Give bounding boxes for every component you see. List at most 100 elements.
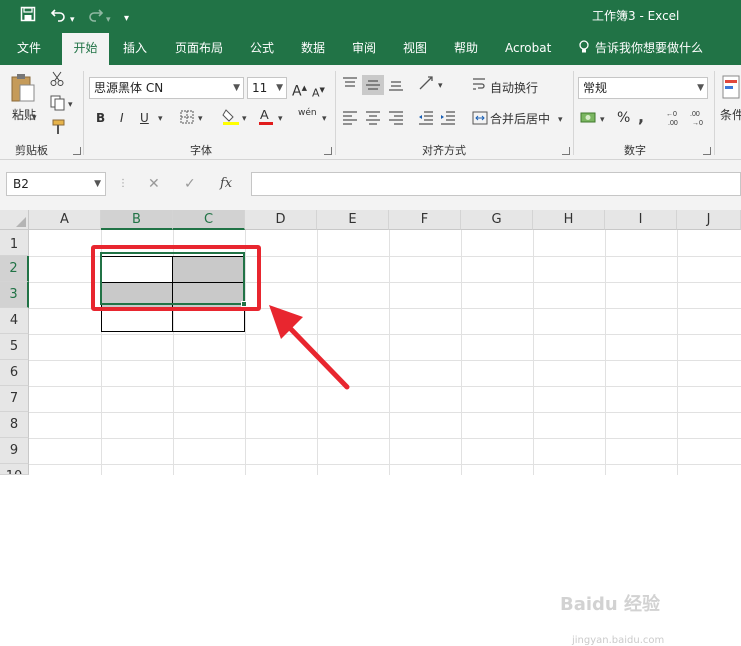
- column-header-e[interactable]: E: [317, 210, 389, 230]
- column-header-j[interactable]: J: [677, 210, 741, 230]
- phonetic-guide-button[interactable]: wén: [298, 105, 317, 121]
- row-header-5[interactable]: 5: [0, 334, 29, 360]
- decrease-decimal-icon[interactable]: .00 →0: [690, 108, 710, 131]
- enter-icon[interactable]: ✓: [184, 174, 196, 194]
- column-header-i[interactable]: I: [605, 210, 677, 230]
- orientation-icon[interactable]: [418, 75, 436, 96]
- align-top-icon[interactable]: [342, 77, 358, 96]
- column-header-b[interactable]: B: [101, 210, 173, 230]
- name-box[interactable]: B2 ▼: [6, 172, 106, 196]
- font-name-combo[interactable]: 思源黑体 CN ▼: [89, 77, 244, 99]
- align-center-icon[interactable]: [365, 111, 381, 130]
- underline-dropdown-icon[interactable]: ▾: [158, 111, 163, 127]
- undo-icon[interactable]: [50, 6, 68, 27]
- row-header-6[interactable]: 6: [0, 360, 29, 386]
- align-middle-icon[interactable]: [362, 75, 384, 95]
- row-header-8[interactable]: 8: [0, 412, 29, 438]
- merge-dropdown-icon[interactable]: ▾: [558, 112, 563, 128]
- tab-help[interactable]: 帮助: [454, 33, 478, 65]
- column-header-g[interactable]: G: [461, 210, 533, 230]
- svg-text:A: A: [260, 107, 269, 122]
- row-header-1[interactable]: 1: [0, 230, 29, 256]
- redo-dropdown-icon[interactable]: ▾: [106, 10, 111, 30]
- conditional-formatting-button[interactable]: 条件: [720, 107, 741, 123]
- row-header-9[interactable]: 9: [0, 438, 29, 464]
- font-color-icon[interactable]: A: [258, 107, 274, 130]
- tab-home[interactable]: 开始: [62, 33, 109, 65]
- conditional-formatting-icon[interactable]: [722, 75, 740, 104]
- row-header-10[interactable]: 10: [0, 464, 29, 475]
- column-header-c[interactable]: C: [173, 210, 245, 230]
- clipboard-launcher-icon[interactable]: [73, 147, 81, 155]
- font-launcher-icon[interactable]: [324, 147, 332, 155]
- font-size-value: 11: [252, 81, 268, 95]
- wrap-text-icon[interactable]: [472, 77, 486, 98]
- save-icon[interactable]: [20, 6, 36, 27]
- customize-toolbar-icon[interactable]: ▾: [124, 9, 129, 29]
- cancel-icon[interactable]: ✕: [148, 174, 160, 194]
- accounting-dropdown-icon[interactable]: ▾: [600, 112, 605, 128]
- copy-dropdown-icon[interactable]: ▾: [68, 97, 73, 113]
- align-bottom-icon[interactable]: [388, 77, 404, 96]
- insert-function-button[interactable]: fx: [220, 174, 232, 194]
- bold-button[interactable]: B: [96, 110, 105, 126]
- format-painter-icon[interactable]: [50, 119, 66, 140]
- tab-file[interactable]: 文件: [17, 33, 41, 65]
- orientation-dropdown-icon[interactable]: ▾: [438, 78, 443, 94]
- increase-decimal-icon[interactable]: ←0.00: [666, 108, 686, 131]
- tab-formulas[interactable]: 公式: [250, 33, 274, 65]
- tab-acrobat[interactable]: Acrobat: [505, 33, 551, 65]
- paste-icon[interactable]: [10, 73, 36, 108]
- redo-icon[interactable]: [86, 6, 104, 27]
- tab-data[interactable]: 数据: [301, 33, 325, 65]
- merge-center-button[interactable]: 合并后居中: [490, 111, 550, 127]
- number-format-combo[interactable]: 常规 ▼: [578, 77, 708, 99]
- formula-input[interactable]: [251, 172, 741, 196]
- column-header-a[interactable]: A: [29, 210, 101, 230]
- select-all-button[interactable]: [0, 210, 29, 230]
- borders-icon[interactable]: [180, 110, 194, 129]
- row-header-3[interactable]: 3: [0, 282, 29, 308]
- row-header-2[interactable]: 2: [0, 256, 29, 282]
- undo-dropdown-icon[interactable]: ▾: [70, 10, 75, 30]
- cut-icon[interactable]: [50, 71, 64, 92]
- decrease-indent-icon[interactable]: [418, 111, 434, 130]
- tab-view[interactable]: 视图: [403, 33, 427, 65]
- grow-font-button[interactable]: A▲: [292, 80, 307, 100]
- phonetic-dropdown-icon[interactable]: ▾: [322, 111, 327, 127]
- align-left-icon[interactable]: [342, 111, 358, 130]
- name-box-value: B2: [13, 177, 29, 191]
- tell-me-search[interactable]: 告诉我你想要做什么: [595, 33, 703, 65]
- font-color-dropdown-icon[interactable]: ▾: [278, 111, 283, 127]
- borders-dropdown-icon[interactable]: ▾: [198, 111, 203, 127]
- percent-style-button[interactable]: %: [617, 110, 630, 126]
- alignment-launcher-icon[interactable]: [562, 147, 570, 155]
- row-header-7[interactable]: 7: [0, 386, 29, 412]
- shrink-font-button[interactable]: A▼: [312, 82, 325, 102]
- fill-color-icon[interactable]: [222, 107, 240, 130]
- align-right-icon[interactable]: [388, 111, 404, 130]
- increase-indent-icon[interactable]: [440, 111, 456, 130]
- merge-center-icon[interactable]: [472, 111, 488, 130]
- italic-button[interactable]: I: [120, 110, 124, 126]
- group-separator: [573, 71, 574, 155]
- tab-review[interactable]: 审阅: [352, 33, 376, 65]
- underline-button[interactable]: U: [140, 110, 149, 126]
- group-separator: [83, 71, 84, 155]
- column-header-h[interactable]: H: [533, 210, 605, 230]
- column-header-d[interactable]: D: [245, 210, 317, 230]
- fill-color-dropdown-icon[interactable]: ▾: [242, 111, 247, 127]
- wrap-text-button[interactable]: 自动换行: [490, 80, 538, 96]
- comma-style-icon[interactable]: ,: [638, 109, 644, 125]
- number-launcher-icon[interactable]: [703, 147, 711, 155]
- font-size-combo[interactable]: 11 ▼: [247, 77, 287, 99]
- column-header-f[interactable]: F: [389, 210, 461, 230]
- row-header-4[interactable]: 4: [0, 308, 29, 334]
- tab-insert[interactable]: 插入: [123, 33, 147, 65]
- copy-icon[interactable]: [50, 95, 66, 116]
- paste-dropdown-icon[interactable]: ▾: [32, 110, 37, 126]
- tab-page-layout[interactable]: 页面布局: [175, 33, 223, 65]
- watermark-brand: Baidu 经验: [560, 594, 661, 615]
- accounting-format-icon[interactable]: [580, 109, 598, 130]
- tell-me-icon[interactable]: [578, 33, 590, 65]
